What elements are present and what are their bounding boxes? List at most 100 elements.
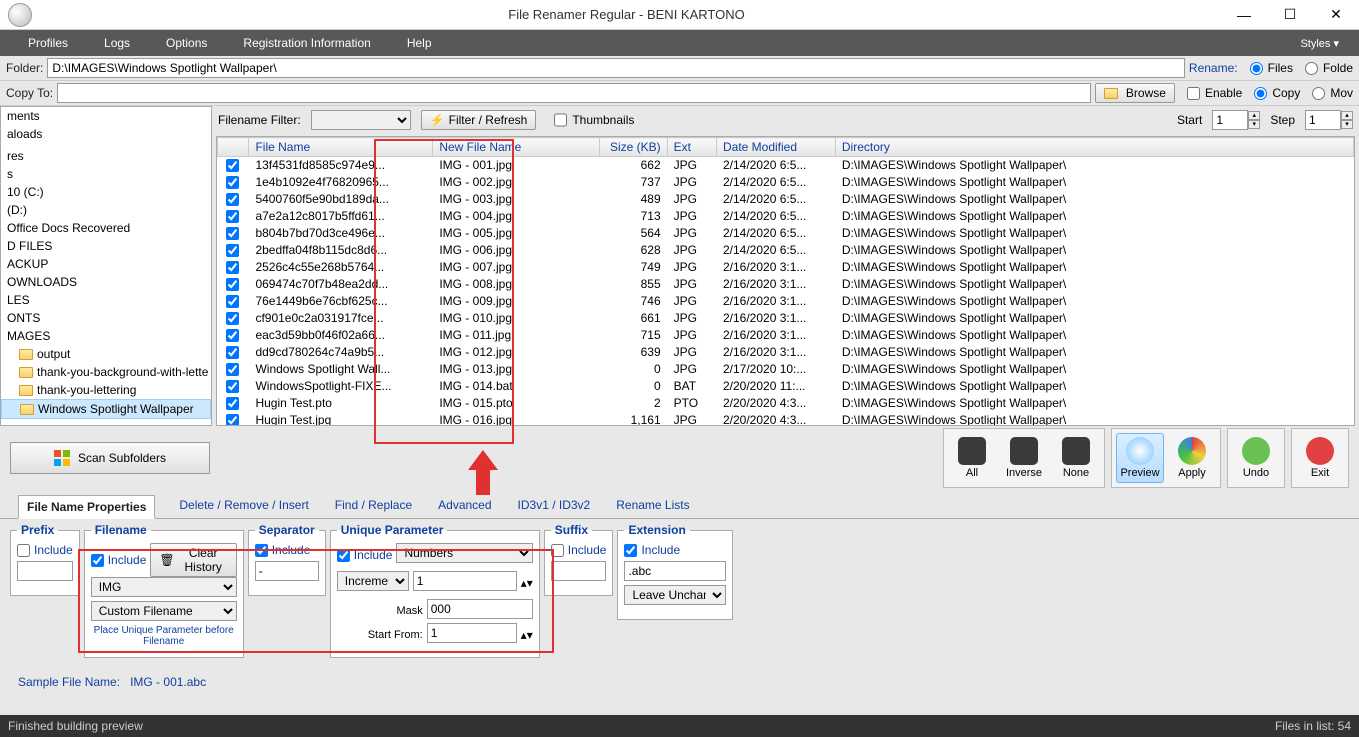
tree-item[interactable]: res (1, 147, 211, 165)
row-checkbox[interactable] (226, 397, 239, 410)
prefix-include-checkbox[interactable] (17, 544, 30, 557)
row-checkbox[interactable] (226, 414, 239, 426)
column-header[interactable]: New File Name (433, 138, 600, 157)
unique-mask-input[interactable] (427, 599, 533, 619)
tab-id3[interactable]: ID3v1 / ID3v2 (516, 494, 593, 518)
column-header[interactable]: Directory (835, 138, 1353, 157)
tree-item[interactable]: LES (1, 291, 211, 309)
tree-item[interactable]: output (1, 345, 211, 363)
inverse-button[interactable]: Inverse (1000, 433, 1048, 483)
table-row[interactable]: Hugin Test.ptoIMG - 015.pto2PTO2/20/2020… (218, 395, 1354, 412)
row-checkbox[interactable] (226, 210, 239, 223)
table-row[interactable]: 1e4b1092e4f76820965...IMG - 002.jpg737JP… (218, 174, 1354, 191)
unique-type-select[interactable]: Numbers (396, 543, 532, 563)
filter-select[interactable] (311, 110, 411, 130)
table-row[interactable]: 069474c70f7b48ea2dd...IMG - 008.jpg855JP… (218, 276, 1354, 293)
menu-options[interactable]: Options (148, 32, 225, 54)
scan-subfolders-button[interactable]: Scan Subfolders (10, 442, 210, 474)
styles-dropdown[interactable]: Styles ▾ (1300, 37, 1349, 50)
copy-radio[interactable] (1254, 87, 1267, 100)
menu-registration[interactable]: Registration Information (225, 32, 388, 54)
step-input[interactable] (1305, 110, 1341, 130)
table-row[interactable]: dd9cd780264c74a9b5...IMG - 012.jpg639JPG… (218, 344, 1354, 361)
table-row[interactable]: 5400760f5e90bd189da...IMG - 003.jpg489JP… (218, 191, 1354, 208)
table-row[interactable]: 76e1449b6e76cbf625c...IMG - 009.jpg746JP… (218, 293, 1354, 310)
table-row[interactable]: 2526c4c55e268b5764...IMG - 007.jpg749JPG… (218, 259, 1354, 276)
row-checkbox[interactable] (226, 176, 239, 189)
preview-button[interactable]: Preview (1116, 433, 1164, 483)
apply-button[interactable]: Apply (1168, 433, 1216, 483)
column-header[interactable] (218, 138, 249, 157)
row-checkbox[interactable] (226, 295, 239, 308)
column-header[interactable]: Ext (667, 138, 716, 157)
menu-logs[interactable]: Logs (86, 32, 148, 54)
column-header[interactable]: File Name (249, 138, 433, 157)
step-down[interactable]: ▾ (1341, 120, 1353, 129)
move-radio[interactable] (1312, 87, 1325, 100)
table-row[interactable]: 2bedffa04f8b115dc8d6...IMG - 006.jpg628J… (218, 242, 1354, 259)
table-row[interactable]: Windows Spotlight Wall...IMG - 013.jpg0J… (218, 361, 1354, 378)
tree-item[interactable]: ACKUP (1, 255, 211, 273)
step-up[interactable]: ▴ (1341, 111, 1353, 120)
start-up[interactable]: ▴ (1248, 111, 1260, 120)
tree-item[interactable]: 10 (C:) (1, 183, 211, 201)
separator-input[interactable] (255, 561, 319, 581)
separator-include-checkbox[interactable] (255, 544, 268, 557)
thumbnails-checkbox[interactable] (554, 110, 567, 130)
table-row[interactable]: Hugin Test.jpgIMG - 016.jpg1,161JPG2/20/… (218, 412, 1354, 427)
tab-find-replace[interactable]: Find / Replace (333, 494, 414, 518)
row-checkbox[interactable] (226, 261, 239, 274)
start-input[interactable] (1212, 110, 1248, 130)
tree-item[interactable]: thank-you-background-with-lette (1, 363, 211, 381)
tree-item[interactable]: ments (1, 107, 211, 125)
rename-files-radio[interactable] (1250, 62, 1263, 75)
prefix-input[interactable] (17, 561, 73, 581)
rename-folders-radio[interactable] (1305, 62, 1318, 75)
unique-start-input[interactable] (413, 571, 517, 591)
enable-checkbox[interactable] (1187, 87, 1200, 100)
none-button[interactable]: None (1052, 433, 1100, 483)
maximize-button[interactable]: ☐ (1267, 0, 1313, 30)
column-header[interactable]: Size (KB) (599, 138, 667, 157)
tree-item[interactable]: Office Docs Recovered (1, 219, 211, 237)
table-row[interactable]: cf901e0c2a031917fce...IMG - 010.jpg661JP… (218, 310, 1354, 327)
tree-item[interactable]: OWNLOADS (1, 273, 211, 291)
filter-refresh-button[interactable]: ⚡Filter / Refresh (421, 110, 537, 130)
row-checkbox[interactable] (226, 278, 239, 291)
tree-item[interactable]: ONTS (1, 309, 211, 327)
table-row[interactable]: WindowsSpotlight-FIXE...IMG - 014.bat0BA… (218, 378, 1354, 395)
menu-help[interactable]: Help (389, 32, 450, 54)
suffix-include-checkbox[interactable] (551, 544, 564, 557)
row-checkbox[interactable] (226, 346, 239, 359)
tab-file-name-properties[interactable]: File Name Properties (18, 495, 155, 519)
table-row[interactable]: b804b7bd70d3ce496e...IMG - 005.jpg564JPG… (218, 225, 1354, 242)
row-checkbox[interactable] (226, 329, 239, 342)
suffix-input[interactable] (551, 561, 607, 581)
close-button[interactable]: ✕ (1313, 0, 1359, 30)
exit-button[interactable]: Exit (1296, 433, 1344, 483)
clear-history-button[interactable]: 🗑Clear History (150, 543, 236, 577)
tab-advanced[interactable]: Advanced (436, 494, 493, 518)
unique-include-checkbox[interactable] (337, 549, 350, 562)
row-checkbox[interactable] (226, 244, 239, 257)
ext-mode-select[interactable]: Leave Unchanged (624, 585, 726, 605)
browse-button[interactable]: Browse (1095, 83, 1175, 103)
all-button[interactable]: All (948, 433, 996, 483)
copyto-input[interactable] (57, 83, 1091, 103)
tree-item[interactable]: s (1, 165, 211, 183)
row-checkbox[interactable] (226, 312, 239, 325)
tab-rename-lists[interactable]: Rename Lists (614, 494, 691, 518)
tree-item[interactable]: (D:) (1, 201, 211, 219)
tree-item[interactable]: MAGES (1, 327, 211, 345)
tree-item[interactable]: aloads (1, 125, 211, 143)
undo-button[interactable]: Undo (1232, 433, 1280, 483)
filename-include-checkbox[interactable] (91, 554, 104, 567)
row-checkbox[interactable] (226, 193, 239, 206)
table-row[interactable]: 13f4531fd8585c974e9...IMG - 001.jpg662JP… (218, 157, 1354, 174)
row-checkbox[interactable] (226, 159, 239, 172)
table-row[interactable]: a7e2a12c8017b5ffd61...IMG - 004.jpg713JP… (218, 208, 1354, 225)
row-checkbox[interactable] (226, 380, 239, 393)
ext-input[interactable] (624, 561, 726, 581)
filename-mode-select[interactable]: Custom Filename (91, 601, 237, 621)
row-checkbox[interactable] (226, 227, 239, 240)
